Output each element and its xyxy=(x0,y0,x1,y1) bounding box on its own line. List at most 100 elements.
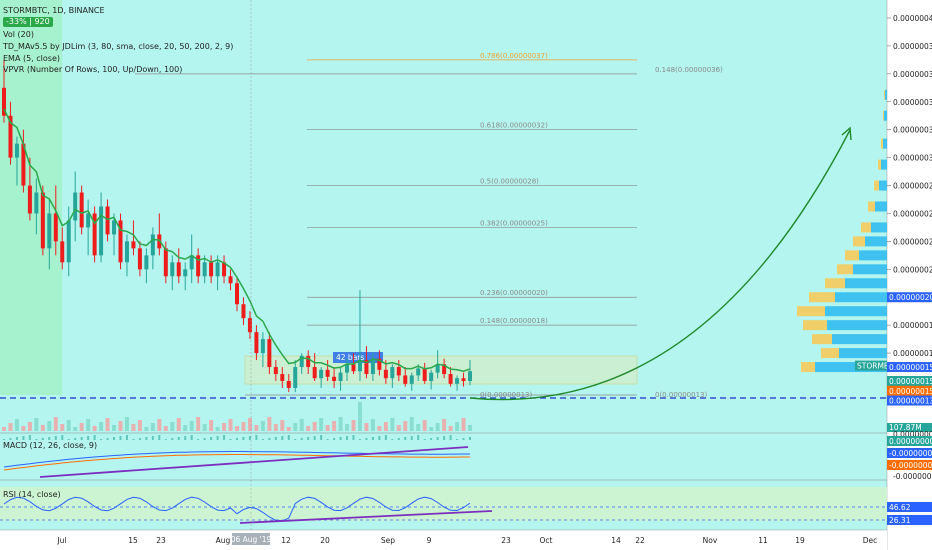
indicator-lines xyxy=(0,108,887,524)
volume-bar xyxy=(86,419,91,431)
volume-bar xyxy=(364,423,369,431)
volume-bar xyxy=(396,425,401,431)
candle-body xyxy=(306,355,311,368)
time-tick-label: 23 xyxy=(156,536,166,545)
candle-body xyxy=(27,185,32,214)
rsi-band xyxy=(0,487,887,521)
volume-bar xyxy=(60,424,65,431)
volume-bar xyxy=(92,426,97,431)
vpvr-up-bar xyxy=(832,334,887,345)
macd-histogram-bar xyxy=(158,435,161,440)
vpvr-down-bar xyxy=(809,292,835,303)
indicator-volume[interactable]: Vol (20) xyxy=(3,30,34,40)
candle-body xyxy=(293,367,298,388)
macd-histogram-bar xyxy=(35,439,38,440)
candle-body xyxy=(176,262,181,277)
vpvr-up-bar xyxy=(871,222,887,233)
vpvr-down-bar xyxy=(883,110,884,121)
price-tick-label: 0.00000028 xyxy=(893,182,932,191)
price-tick-label: 0.00000036 xyxy=(893,70,932,79)
candle-body xyxy=(416,368,421,376)
date-cursor-text: 06 Aug '19 xyxy=(231,535,272,544)
vpvr-up-bar xyxy=(845,278,887,289)
volume-bar xyxy=(47,421,52,431)
volume-bar xyxy=(254,425,259,431)
volume-bar xyxy=(260,421,265,431)
macd-histogram-bar xyxy=(106,438,109,440)
axes: 0.00000040 0.00000038 0.00000036 0.00000034… xyxy=(56,0,932,545)
vpvr-up-bar xyxy=(879,180,887,191)
indicator-td-ma[interactable]: TD_MAv5.5 by JDLim (3, 80, sma, close, 2… xyxy=(3,42,233,52)
time-tick-label: 22 xyxy=(635,536,645,545)
candle-body xyxy=(202,262,207,277)
indicator-ema[interactable]: EMA (5, close) xyxy=(3,54,60,64)
time-tick-label: Aug xyxy=(216,536,231,545)
price-tick-label: 0.00000030 xyxy=(893,154,932,163)
volume-bar xyxy=(448,426,453,431)
macd-histogram-bar xyxy=(54,436,57,440)
candle-body xyxy=(124,241,129,263)
symbol-title: STORMBTC, 1D, BINANCE xyxy=(3,6,105,15)
volume-bar xyxy=(118,421,123,431)
volume-bars xyxy=(2,402,472,431)
rsi-label[interactable]: RSI (14, close) xyxy=(3,490,61,500)
macd-histogram-bar xyxy=(391,439,394,440)
volume-bar xyxy=(170,422,175,431)
candle-body xyxy=(137,248,142,270)
candle-body xyxy=(170,262,175,277)
price-tick-label: 0.00000018 xyxy=(893,321,932,330)
macd-histogram-bar xyxy=(119,436,122,440)
candle-body xyxy=(429,372,434,381)
candle-body xyxy=(383,369,388,379)
change-badge: -33% | 920 xyxy=(3,17,53,27)
volume-bar xyxy=(196,417,201,431)
volume-bar xyxy=(280,420,285,431)
trading-chart[interactable]: 0.786(0.00000037) 0.618(0.00000032) 0.5(0.… xyxy=(0,0,932,550)
candle-body xyxy=(396,367,401,376)
volume-bar xyxy=(183,425,188,431)
volume-bar xyxy=(429,427,434,431)
macd-tick-label: -0.00000005 xyxy=(893,472,932,481)
vpvr-down-bar xyxy=(881,138,883,149)
volume-bar xyxy=(131,424,136,431)
macd-histogram-bar xyxy=(410,436,413,440)
candle-body xyxy=(461,378,466,381)
macd-histogram-bar xyxy=(404,437,407,440)
vpvr-down-bar xyxy=(803,320,827,331)
volume-bar xyxy=(377,426,382,431)
price-label-text: 0.00000015 xyxy=(889,387,932,396)
volume-bar xyxy=(312,422,317,431)
candle-body xyxy=(66,220,71,263)
macd-histogram-bar xyxy=(300,438,303,440)
volume-bar xyxy=(351,420,356,431)
volume-bar xyxy=(357,402,362,431)
indicator-vpvr[interactable]: VPVR (Number Of Rows, 100, Up/Down, 100) xyxy=(3,65,182,75)
volume-bar xyxy=(222,423,227,431)
candle-body xyxy=(273,367,278,375)
candle-body xyxy=(351,364,356,372)
volume-bar xyxy=(435,423,440,431)
macd-histogram-bar xyxy=(274,437,277,440)
macd-histogram-bar xyxy=(430,438,433,440)
macd-signal-line xyxy=(3,454,470,471)
volume-bar xyxy=(66,420,71,431)
macd-label[interactable]: MACD (12, 26, close, 9) xyxy=(3,441,97,451)
candle-body xyxy=(338,372,343,381)
volume-bar xyxy=(286,427,291,431)
volume-bar xyxy=(53,417,58,431)
time-tick-label: 23 xyxy=(501,536,511,545)
time-tick-label: 14 xyxy=(611,536,621,545)
candle-body xyxy=(235,283,239,305)
candle-body xyxy=(409,375,414,384)
candle-body xyxy=(455,378,460,384)
macd-histogram-bar xyxy=(138,438,141,440)
volume-bar xyxy=(189,421,194,431)
macd-label-text: 0.00000000 xyxy=(889,437,932,446)
macd-histogram-bar xyxy=(203,438,206,440)
price-tick-label: 0.00000022 xyxy=(893,265,932,274)
macd-histogram-bar xyxy=(443,436,446,440)
volume-bar xyxy=(409,417,414,431)
volume-bar xyxy=(137,420,142,431)
vpvr-down-bar xyxy=(812,334,832,345)
volume-bar xyxy=(40,425,45,431)
